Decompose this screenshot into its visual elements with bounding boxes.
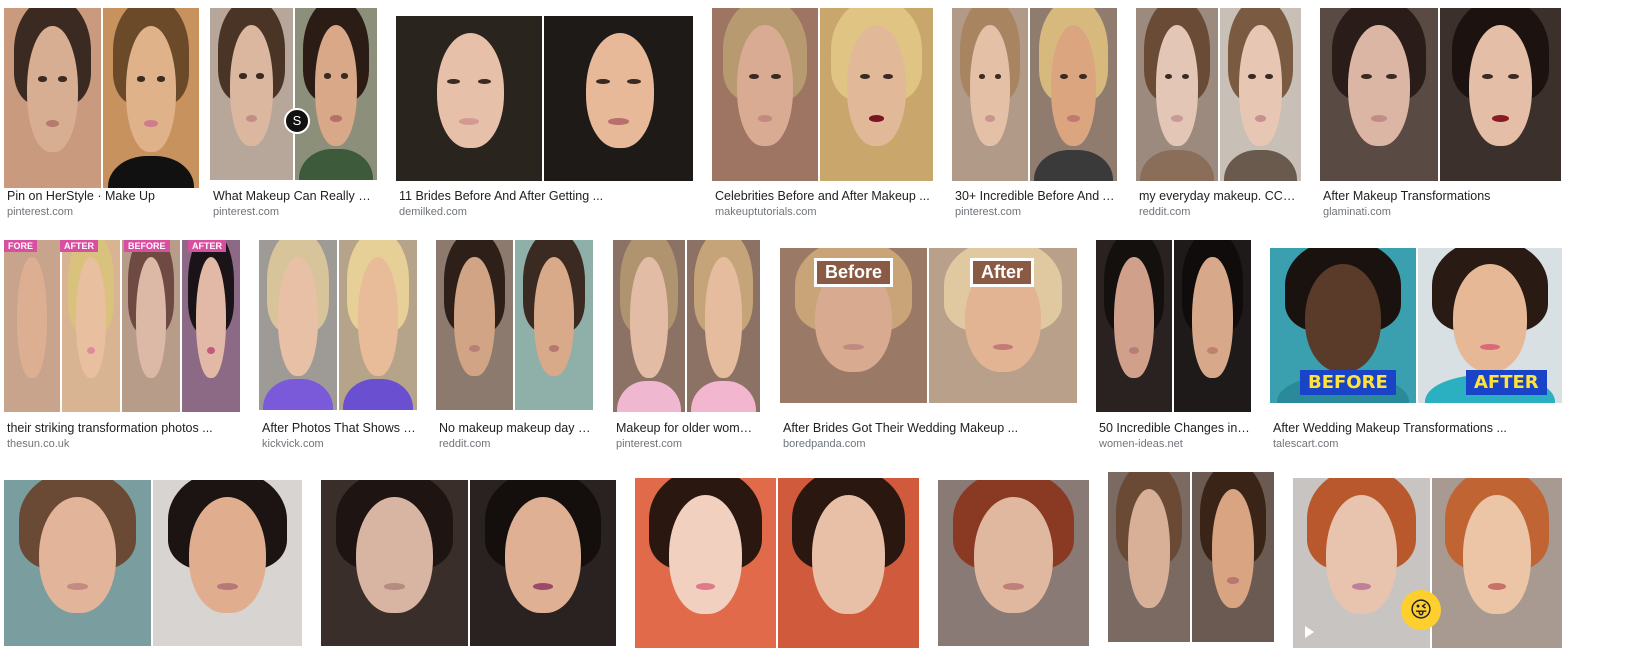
result-thumbnail[interactable] [396,16,693,181]
result-title[interactable]: their striking transformation photos ... [7,421,239,435]
result-thumbnail[interactable] [1108,472,1274,642]
result-thumbnail[interactable] [321,480,616,646]
result-source[interactable]: thesun.co.uk [7,438,239,450]
before-tag: FORE [4,240,38,252]
result-source[interactable]: pinterest.com [616,438,759,450]
result-thumbnail[interactable] [436,240,593,410]
result-thumbnail[interactable]: FORE AFTER BEFORE AFTER [4,240,240,412]
result-thumbnail[interactable]: BEFORE AFTER [1270,248,1562,403]
result-thumbnail[interactable] [1320,8,1561,181]
result-title[interactable]: my everyday makeup. CCW! ... [1139,189,1300,203]
result-title[interactable]: After Brides Got Their Wedding Makeup ..… [783,421,1076,435]
result-title[interactable]: 30+ Incredible Before And A... [955,189,1116,203]
before-tag: BEFORE [124,240,170,252]
result-thumbnail[interactable] [1096,240,1251,412]
result-thumbnail[interactable]: Before After [780,248,1077,403]
result-thumbnail[interactable]: 😜 [1293,478,1562,648]
result-source[interactable]: boredpanda.com [783,438,1076,450]
result-thumbnail[interactable] [613,240,760,412]
results-row-3: 😜 [0,472,1633,667]
result-title[interactable]: What Makeup Can Really Do... [213,189,376,203]
after-tag: AFTER [188,240,226,252]
result-title[interactable]: No makeup makeup day w... [439,421,592,435]
emoji-sticker-icon: 😜 [1401,590,1441,630]
result-thumbnail[interactable]: S [210,8,377,180]
result-title[interactable]: 11 Brides Before And After Getting ... [399,189,692,203]
result-thumbnail[interactable] [712,8,933,181]
result-source[interactable]: talescart.com [1273,438,1561,450]
s-badge-icon: S [284,108,310,134]
result-source[interactable]: pinterest.com [955,206,1116,218]
result-title[interactable]: After Photos That Shows T... [262,421,416,435]
result-thumbnail[interactable] [938,480,1089,646]
result-source[interactable]: makeuptutorials.com [715,206,932,218]
after-label: AFTER [1466,370,1547,395]
result-title[interactable]: Makeup for older women... [616,421,759,435]
play-icon[interactable] [1305,626,1314,638]
result-thumbnail[interactable] [4,8,199,188]
results-row-1: Pin on HerStyle · Make Up pinterest.com … [0,8,1633,228]
result-thumbnail[interactable] [4,480,302,646]
result-source[interactable]: kickvick.com [262,438,416,450]
result-thumbnail[interactable] [259,240,417,410]
result-source[interactable]: reddit.com [1139,206,1300,218]
result-source[interactable]: women-ideas.net [1099,438,1250,450]
result-source[interactable]: pinterest.com [7,206,197,218]
result-source[interactable]: glaminati.com [1323,206,1560,218]
result-source[interactable]: pinterest.com [213,206,376,218]
results-row-2: FORE AFTER BEFORE AFTER their striking t… [0,240,1633,460]
result-title[interactable]: 50 Incredible Changes in ... [1099,421,1250,435]
result-source[interactable]: demilked.com [399,206,692,218]
result-thumbnail[interactable] [952,8,1117,181]
result-thumbnail[interactable] [635,478,919,648]
result-thumbnail[interactable] [1136,8,1301,181]
result-title[interactable]: Celebrities Before and After Makeup ... [715,189,932,203]
before-label: BEFORE [1300,370,1396,395]
after-tag: AFTER [60,240,98,252]
result-title[interactable]: Pin on HerStyle · Make Up [7,189,197,203]
result-title[interactable]: After Makeup Transformations [1323,189,1560,203]
after-label: After [970,258,1035,287]
before-label: Before [814,258,894,287]
result-title[interactable]: After Wedding Makeup Transformations ... [1273,421,1561,435]
result-source[interactable]: reddit.com [439,438,592,450]
